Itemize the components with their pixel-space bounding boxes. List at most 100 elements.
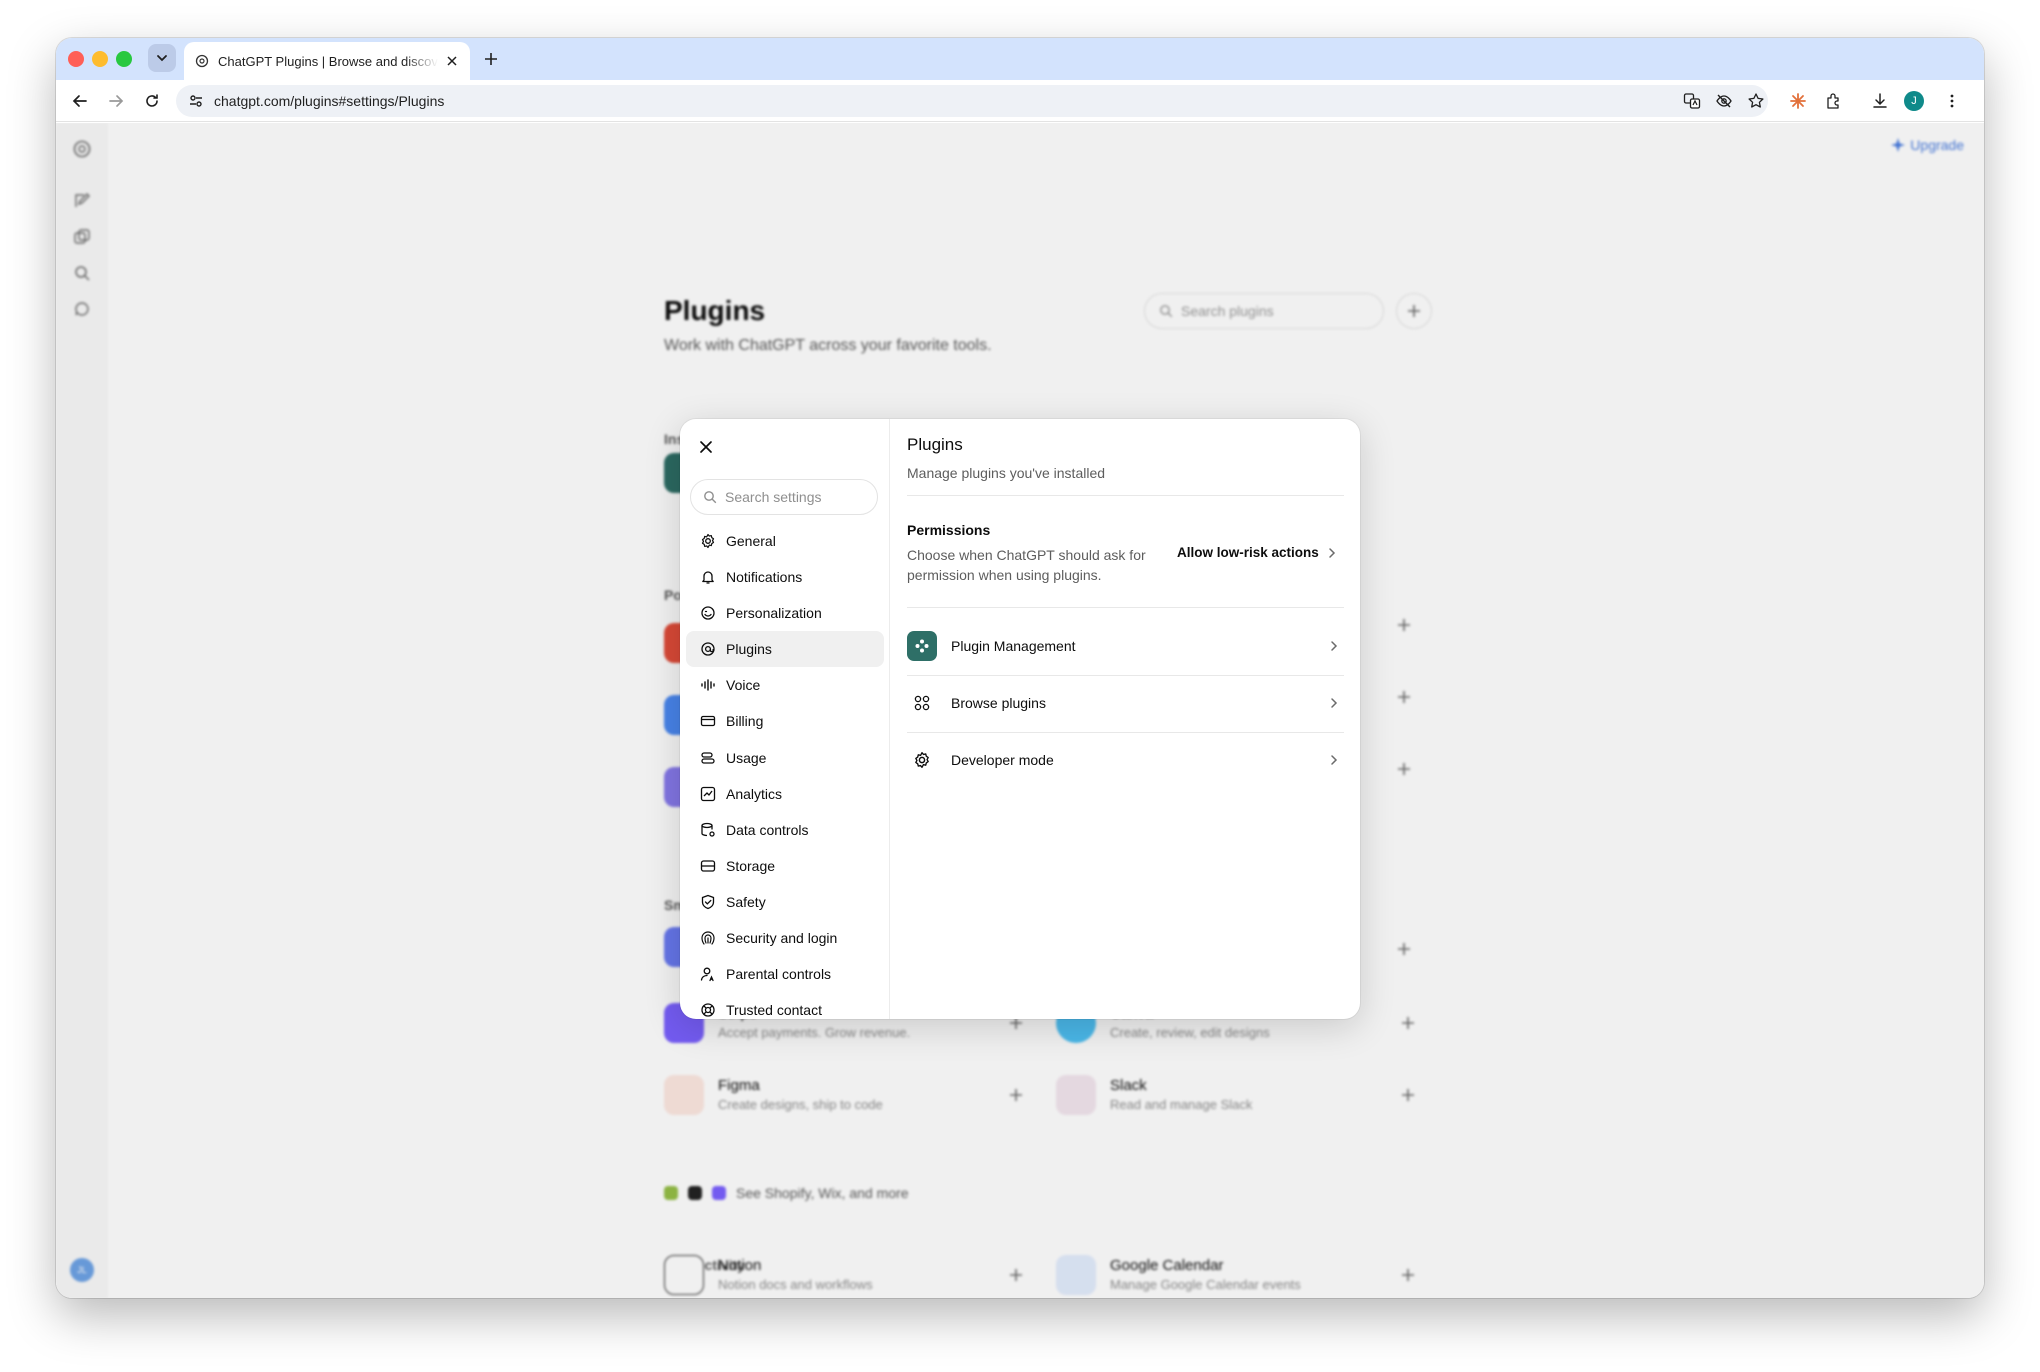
browser-menu-icon[interactable] (1940, 89, 1964, 113)
security-icon (698, 928, 718, 948)
translate-icon[interactable] (1680, 89, 1704, 113)
search-icon (704, 491, 717, 504)
settings-search-input[interactable] (725, 489, 855, 505)
panel-subtitle: Manage plugins you've installed (907, 465, 1106, 481)
url-text: chatgpt.com/plugins#settings/Plugins (214, 93, 445, 109)
plugin-management-icon (907, 631, 937, 661)
data-controls-icon (698, 820, 718, 840)
row-plugin-management[interactable]: Plugin Management (907, 618, 1344, 674)
eye-off-icon[interactable] (1712, 89, 1736, 113)
nav-label: General (726, 533, 776, 549)
usage-icon (698, 748, 718, 768)
reload-icon (146, 94, 158, 107)
profile-avatar[interactable]: J (1902, 89, 1926, 113)
nav-label: Analytics (726, 785, 783, 802)
chevron-right-icon (1324, 750, 1344, 770)
nav-item-analytics[interactable]: Analytics (686, 776, 884, 812)
row-label: Developer mode (951, 752, 1054, 768)
nav-item-safety[interactable]: Safety (686, 884, 884, 920)
nav-item-plugins[interactable]: Plugins (686, 631, 884, 668)
plus-icon (485, 53, 497, 65)
reload-button[interactable] (140, 89, 164, 113)
close-settings-button[interactable] (694, 435, 718, 459)
settings-nav-list: General Notifications Personalization Pl… (686, 523, 884, 1019)
extension-sparkle-icon[interactable] (1786, 89, 1810, 113)
browser-window: ChatGPT Plugins | Browse and discover ch… (56, 38, 1984, 1298)
row-developer-mode[interactable]: Developer mode (907, 732, 1344, 788)
extensions-puzzle-icon[interactable] (1822, 89, 1846, 113)
nav-label: Trusted contact (726, 1002, 822, 1019)
maximize-window-button[interactable] (116, 51, 132, 67)
nav-label: Usage (726, 749, 767, 766)
chevron-right-icon (1329, 547, 1335, 558)
download-icon[interactable] (1868, 89, 1892, 113)
divider (907, 495, 1344, 496)
chevron-right-icon (1324, 636, 1344, 656)
nav-item-billing[interactable]: Billing (686, 703, 884, 739)
nav-label: Safety (726, 893, 766, 910)
bell-icon (698, 567, 718, 587)
panel-title: Plugins (907, 435, 963, 454)
chatgpt-favicon-icon (194, 53, 210, 69)
row-label: Browse plugins (951, 695, 1046, 711)
nav-label: Notifications (726, 569, 803, 586)
shield-icon (698, 892, 718, 912)
divider (907, 607, 1344, 608)
browse-grid-icon (907, 688, 937, 718)
arrow-left-icon (72, 95, 87, 107)
permissions-value: Allow low-risk actions (1177, 545, 1319, 560)
permissions-dropdown[interactable]: Allow low-risk actions (1177, 545, 1337, 560)
analytics-icon (698, 784, 718, 804)
nav-item-trusted-contact[interactable]: Trusted contact (686, 992, 884, 1019)
browser-tab[interactable]: ChatGPT Plugins | Browse and discover (184, 42, 470, 80)
permissions-description: Choose when ChatGPT should ask for permi… (907, 547, 1146, 583)
nav-item-usage[interactable]: Usage (686, 740, 884, 776)
address-bar[interactable]: chatgpt.com/plugins#settings/Plugins (176, 85, 1768, 117)
forward-button[interactable] (104, 89, 128, 113)
permissions-title: Permissions (907, 522, 991, 538)
settings-nav: General Notifications Personalization Pl… (680, 419, 890, 1019)
nav-item-data-controls[interactable]: Data controls (686, 812, 884, 848)
nav-item-storage[interactable]: Storage (686, 848, 884, 884)
tab-title: ChatGPT Plugins | Browse and discover (218, 53, 438, 69)
nav-label: Security and login (726, 930, 838, 947)
nav-label: Storage (726, 857, 776, 874)
billing-icon (698, 711, 718, 731)
nav-item-personalization[interactable]: Personalization (686, 595, 884, 631)
nav-label: Parental controls (726, 966, 832, 983)
storage-icon (698, 856, 718, 876)
arrow-right-icon (109, 95, 124, 107)
new-tab-button[interactable] (478, 46, 504, 72)
nav-label: Personalization (726, 605, 822, 622)
nav-item-notifications[interactable]: Notifications (686, 559, 884, 595)
minimize-window-button[interactable] (92, 51, 108, 67)
nav-label: Billing (726, 713, 764, 730)
voice-icon (698, 675, 718, 695)
personalization-icon (698, 603, 718, 623)
bookmark-star-icon[interactable] (1744, 89, 1768, 113)
close-window-button[interactable] (68, 51, 84, 67)
close-icon (700, 441, 712, 453)
nav-item-security-login[interactable]: Security and login (686, 920, 884, 956)
row-browse-plugins[interactable]: Browse plugins (907, 675, 1344, 731)
nav-item-parental-controls[interactable]: Parental controls (686, 956, 884, 992)
close-tab-icon[interactable] (444, 53, 460, 69)
page-content: JL Upgrade Plugins Work with ChatGPT acr… (56, 123, 1984, 1298)
row-label: Plugin Management (951, 638, 1076, 654)
settings-panel: Plugins Manage plugins you've installed … (891, 419, 1360, 1019)
nav-item-voice[interactable]: Voice (686, 667, 884, 703)
nav-label: Data controls (726, 821, 809, 838)
developer-gear-icon (907, 745, 937, 775)
nav-item-general[interactable]: General (686, 523, 884, 559)
lifebuoy-icon (698, 1000, 718, 1019)
parental-icon (698, 964, 718, 984)
chevron-down-icon (157, 55, 167, 62)
back-button[interactable] (68, 89, 92, 113)
tab-search-button[interactable] (148, 44, 176, 72)
nav-label: Plugins (726, 641, 772, 658)
settings-search-field[interactable] (690, 479, 878, 515)
tab-strip: ChatGPT Plugins | Browse and discover (56, 38, 1984, 80)
site-info-icon[interactable] (184, 89, 208, 113)
plugins-icon (698, 639, 718, 659)
gear-icon (698, 531, 718, 551)
